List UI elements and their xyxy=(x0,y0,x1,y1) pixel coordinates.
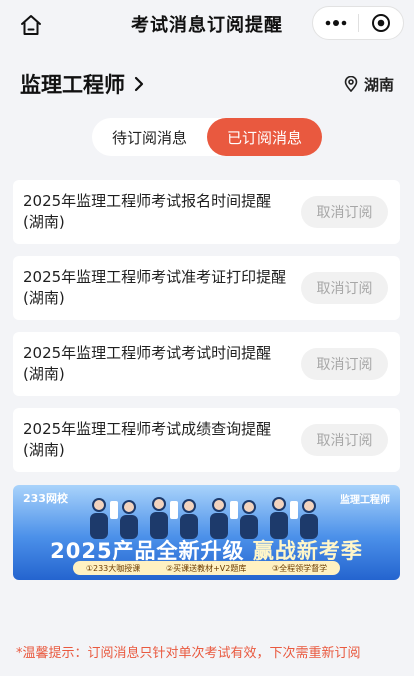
subscription-title: 2025年监理工程师考试报名时间提醒(湖南) xyxy=(23,192,272,231)
chevron-right-icon xyxy=(134,76,144,92)
promo-banner[interactable]: 233网校 监理工程师 2025产品全新升级 赢战新考季 ①233大咖授课 ②买… xyxy=(13,485,400,580)
location-pin-icon xyxy=(344,76,358,92)
feature-item: ③全程领学督学 xyxy=(271,563,328,573)
home-icon[interactable] xyxy=(18,12,44,38)
region-label: 湖南 xyxy=(363,75,394,94)
subscription-title: 2025年监理工程师考试考试时间提醒(湖南) xyxy=(23,344,272,383)
mini-program-capsule xyxy=(312,6,404,40)
unsubscribe-button[interactable]: 取消订阅 xyxy=(301,348,388,380)
subscription-card: 2025年监理工程师考试考试时间提醒(湖南) 取消订阅 xyxy=(13,332,400,396)
feature-item: ②买课送教材+V2题库 xyxy=(165,563,247,573)
unsubscribe-button[interactable]: 取消订阅 xyxy=(301,196,388,228)
nav-bar: 考试消息订阅提醒 xyxy=(0,0,414,48)
headline-part-1: 2025产品全新升级 xyxy=(50,539,245,563)
mini-program-close-icon[interactable] xyxy=(359,7,403,39)
exam-name-label: 监理工程师 xyxy=(20,73,125,97)
tab-subscribed[interactable]: 已订阅消息 xyxy=(207,118,322,156)
subscription-title: 2025年监理工程师考试成绩查询提醒(湖南) xyxy=(23,420,272,459)
page-title: 考试消息订阅提醒 xyxy=(131,15,283,36)
subscription-card: 2025年监理工程师考试准考证打印提醒(湖南) 取消订阅 xyxy=(13,256,400,320)
subscription-card: 2025年监理工程师考试成绩查询提醒(湖南) 取消订阅 xyxy=(13,408,400,472)
tab-pending[interactable]: 待订阅消息 xyxy=(92,118,207,156)
exam-header: 监理工程师 湖南 xyxy=(20,68,394,100)
feature-item: ①233大咖授课 xyxy=(85,563,141,573)
headline-part-2: 赢战新考季 xyxy=(252,539,363,563)
subscription-tabs: 待订阅消息 已订阅消息 xyxy=(92,118,322,156)
subscription-title: 2025年监理工程师考试准考证打印提醒(湖南) xyxy=(23,268,287,307)
subscription-card: 2025年监理工程师考试报名时间提醒(湖南) 取消订阅 xyxy=(13,180,400,244)
exam-selector[interactable]: 监理工程师 xyxy=(20,69,145,99)
unsubscribe-button[interactable]: 取消订阅 xyxy=(301,424,388,456)
banner-features: ①233大咖授课 ②买课送教材+V2题库 ③全程领学督学 xyxy=(73,561,340,575)
region-selector[interactable]: 湖南 xyxy=(344,74,394,95)
subscription-tip: *温馨提示：订阅消息只针对单次考试有效，下次需重新订阅 xyxy=(16,646,361,661)
brand-logo: 233网校 xyxy=(23,492,68,505)
banner-subtitle: 监理工程师 xyxy=(340,495,390,506)
more-dots-icon[interactable] xyxy=(313,7,358,39)
unsubscribe-button[interactable]: 取消订阅 xyxy=(301,272,388,304)
